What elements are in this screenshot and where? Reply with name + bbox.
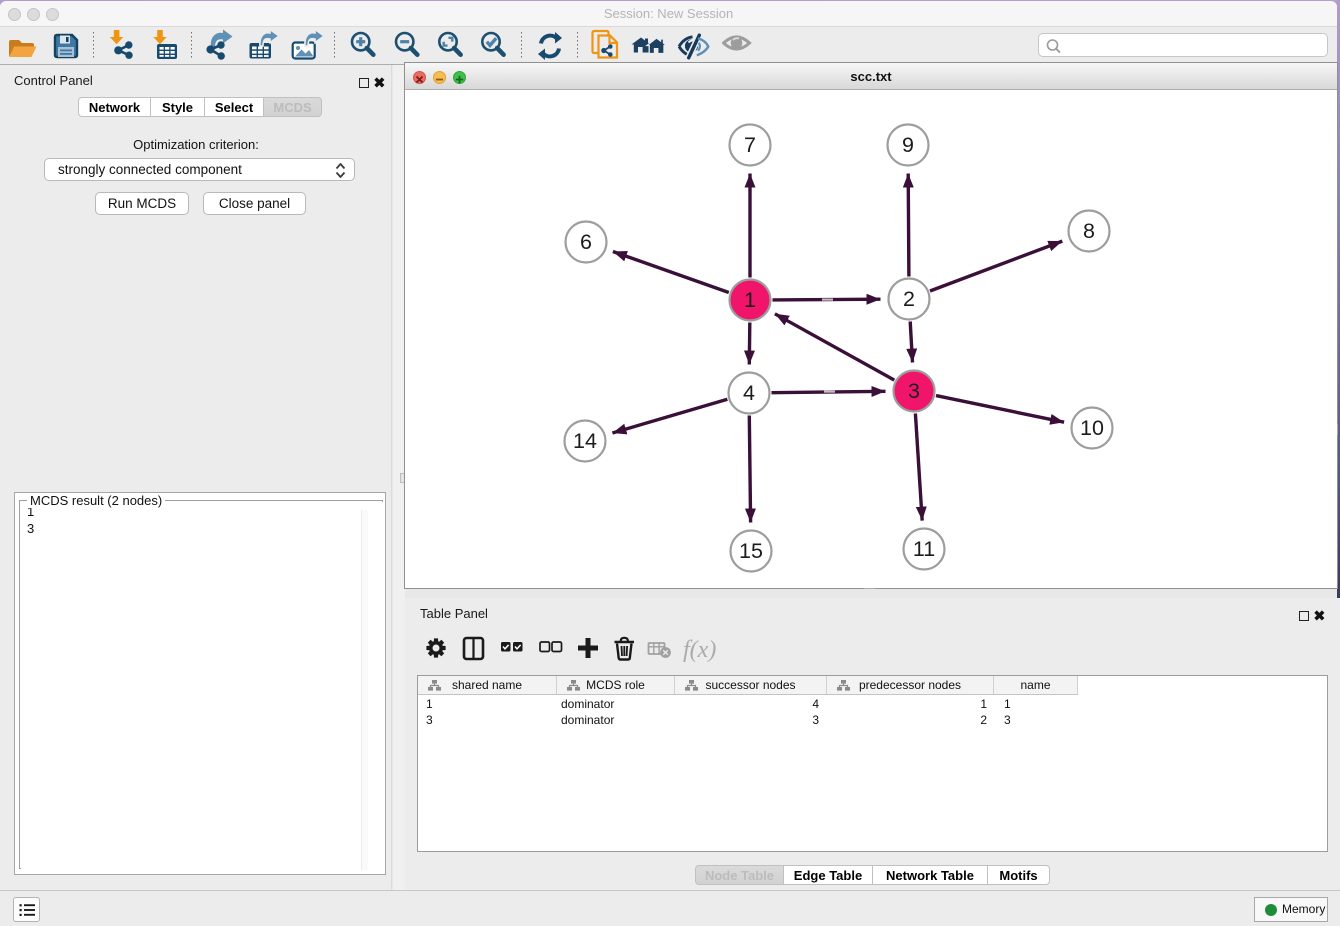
svg-text:11: 11 [913, 537, 935, 561]
svg-text:2: 2 [903, 287, 915, 311]
svg-text:7: 7 [744, 133, 756, 157]
svg-text:15: 15 [739, 539, 763, 563]
svg-text:4: 4 [743, 381, 755, 405]
svg-text:f(x): f(x) [683, 637, 716, 663]
svg-text:14: 14 [573, 429, 597, 453]
svg-text:8: 8 [1083, 219, 1095, 243]
svg-text:10: 10 [1080, 416, 1104, 440]
svg-text:1: 1 [744, 288, 756, 312]
svg-text:6: 6 [580, 230, 592, 254]
svg-text:3: 3 [908, 379, 920, 403]
svg-text:9: 9 [902, 133, 914, 157]
